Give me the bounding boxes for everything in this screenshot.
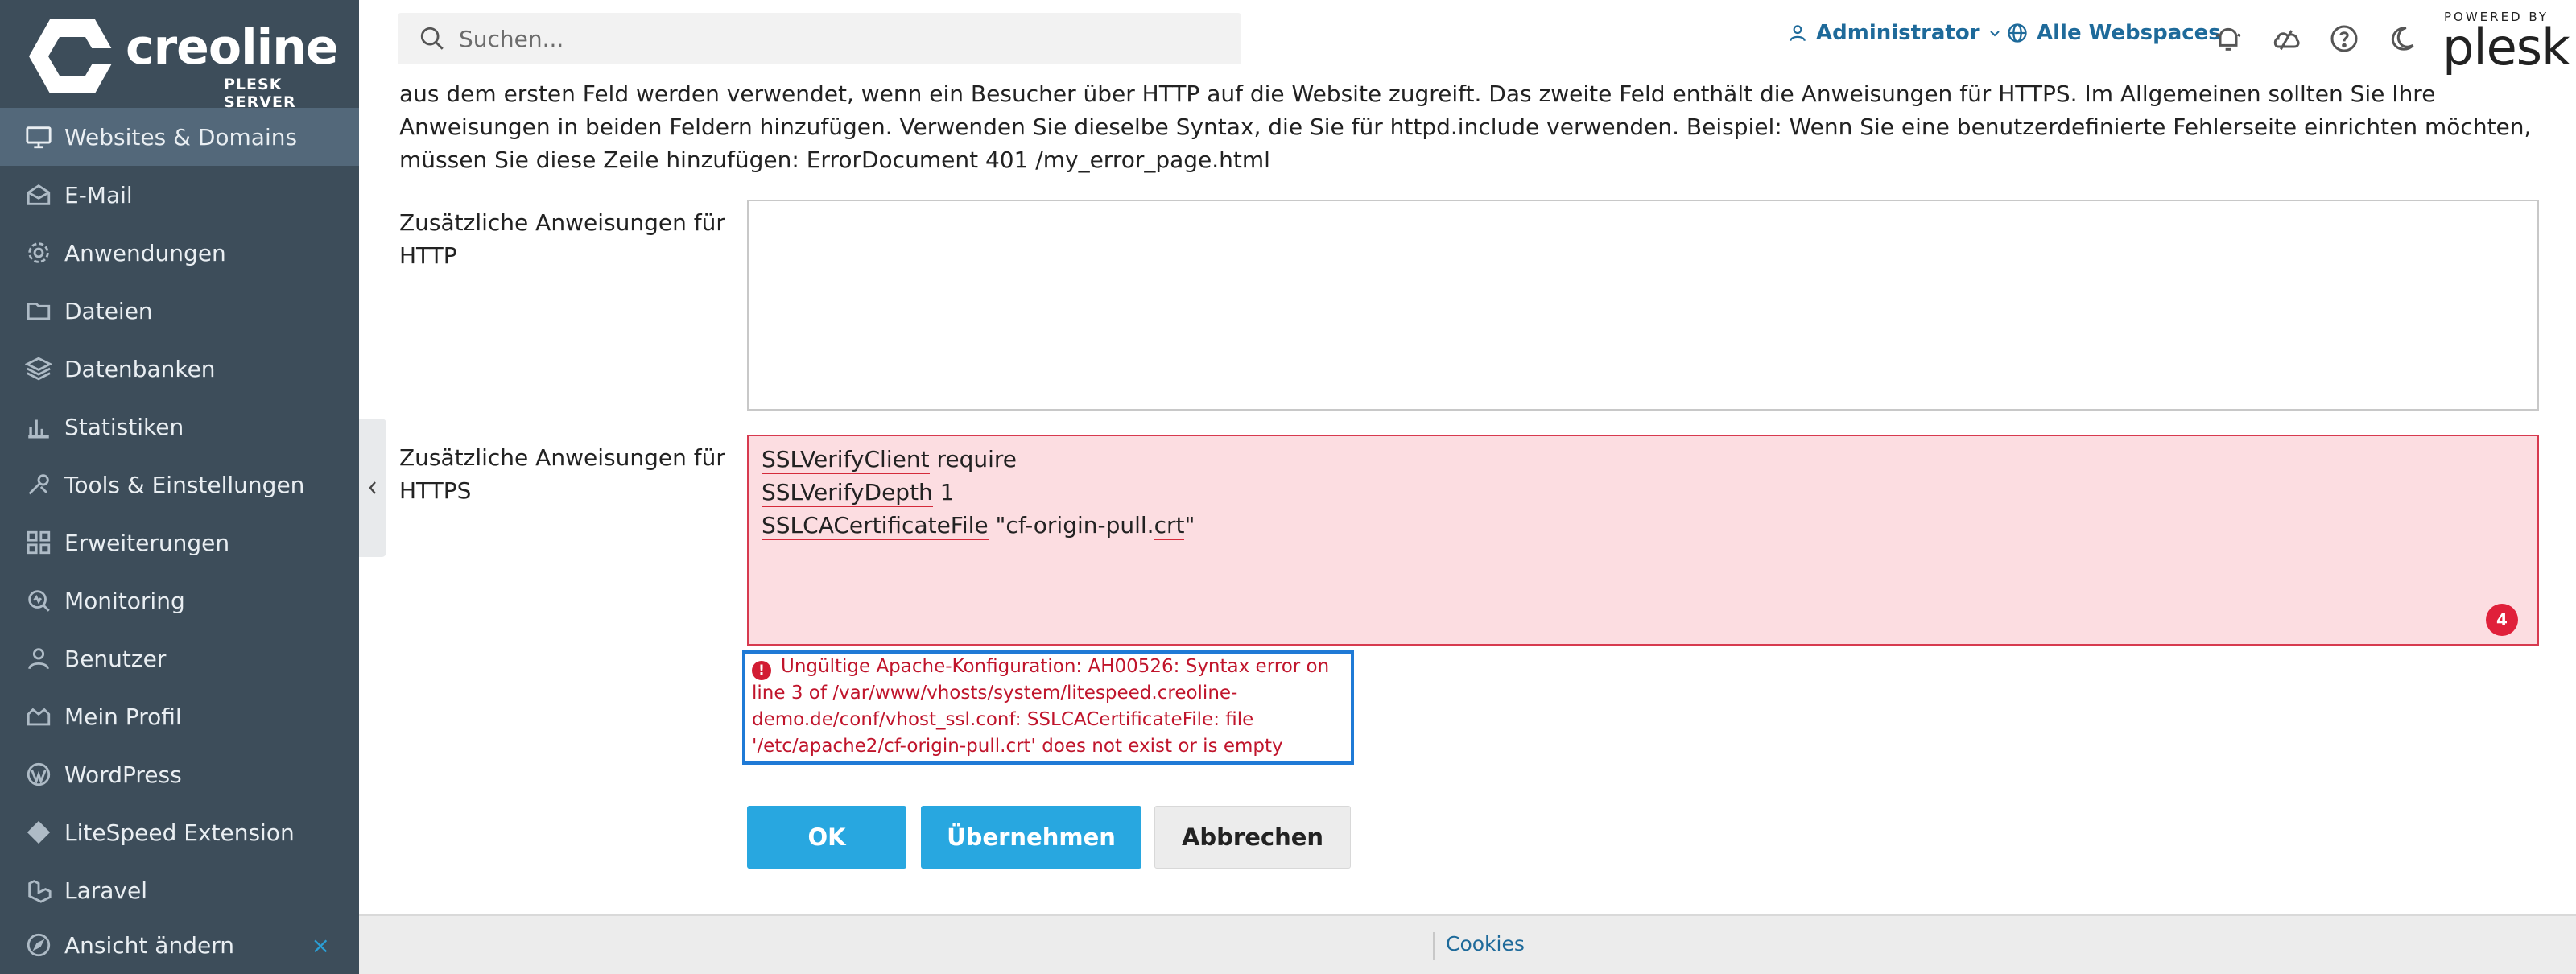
gear-icon xyxy=(24,238,53,267)
sidebar-item-anwendungen[interactable]: Anwendungen xyxy=(0,224,359,282)
layers-icon xyxy=(24,354,53,383)
code-line: SSLCACertificateFile "cf-origin-pull.crt… xyxy=(762,509,2524,542)
sidebar-item-email[interactable]: E-Mail xyxy=(0,166,359,224)
ok-button[interactable]: OK xyxy=(747,806,906,869)
user-icon xyxy=(24,644,53,673)
sidebar-item-dateien[interactable]: Dateien xyxy=(0,282,359,340)
http-directives-label: Zusätzliche Anweisungen für HTTP xyxy=(399,209,725,269)
globe-icon xyxy=(2008,23,2027,43)
sidebar-item-label: Tools & Einstellungen xyxy=(64,471,305,498)
sidebar-item-label: Dateien xyxy=(64,297,153,324)
sidebar-item-laravel[interactable]: Laravel xyxy=(0,861,359,919)
brand-subtitle: PLESK SERVER xyxy=(224,76,296,111)
wordpress-icon xyxy=(24,760,53,789)
user-icon xyxy=(1790,25,1806,42)
bar-chart-icon xyxy=(24,412,53,441)
plesk-logo[interactable]: plesk xyxy=(2442,18,2570,76)
sidebar-item-label: Statistiken xyxy=(64,413,184,440)
directive-word: SSLVerifyClient xyxy=(762,446,930,474)
code-line: SSLVerifyDepth 1 xyxy=(762,476,2524,509)
sidebar-item-statistiken[interactable]: Statistiken xyxy=(0,398,359,456)
sidebar-item-label: Erweiterungen xyxy=(64,529,230,556)
sidebar-item-benutzer[interactable]: Benutzer xyxy=(0,629,359,687)
directive-value: 1 xyxy=(932,479,955,506)
webspaces-menu[interactable]: Alle Webspaces xyxy=(2006,21,2221,45)
search-input[interactable] xyxy=(459,25,1183,52)
sidebar-item-label: WordPress xyxy=(64,761,182,788)
creoline-hexagon-icon xyxy=(29,19,118,93)
directive-value: require xyxy=(929,446,1018,473)
user-menu[interactable]: Administrator xyxy=(1787,21,2001,45)
dark-mode-icon[interactable] xyxy=(2386,23,2418,55)
change-view-label: Ansicht ändern xyxy=(64,931,234,959)
https-directives-label: Zusätzliche Anweisungen für HTTPS xyxy=(399,444,725,504)
sidebar-item-litespeed-extension[interactable]: LiteSpeed Extension xyxy=(0,803,359,861)
folder-icon xyxy=(24,296,53,325)
compass-icon xyxy=(24,931,53,960)
directive-word: crt xyxy=(1154,512,1185,540)
footer-divider xyxy=(1433,932,1435,960)
search-icon xyxy=(420,27,444,50)
profile-icon xyxy=(24,702,53,731)
http-directives-textarea[interactable] xyxy=(747,200,2539,411)
help-icon[interactable] xyxy=(2328,23,2360,55)
intro-text: aus dem ersten Feld werden verwendet, we… xyxy=(399,80,2532,173)
sidebar: creoline PLESK SERVER Websites & Domains… xyxy=(0,0,359,974)
sidebar-item-label: Mein Profil xyxy=(64,703,182,730)
sidebar-item-mein-profil[interactable]: Mein Profil xyxy=(0,687,359,745)
apply-button[interactable]: Übernehmen xyxy=(921,806,1141,869)
directive-value: "cf-origin-pull. xyxy=(988,512,1154,539)
sidebar-item-label: Websites & Domains xyxy=(64,123,298,151)
sidebar-nav: Websites & Domains E-Mail Anwendungen Da… xyxy=(0,108,359,919)
sidebar-item-tools-einstellungen[interactable]: Tools & Einstellungen xyxy=(0,456,359,514)
sidebar-item-label: Datenbanken xyxy=(64,355,216,382)
cancel-button[interactable]: Abbrechen xyxy=(1154,806,1351,869)
creoline-logo[interactable]: creoline PLESK SERVER xyxy=(27,16,341,111)
laravel-icon xyxy=(24,876,53,905)
change-view-item[interactable]: Ansicht ändern × xyxy=(0,916,359,974)
sidebar-item-erweiterungen[interactable]: Erweiterungen xyxy=(0,514,359,572)
notifications-icon[interactable] xyxy=(2212,23,2244,55)
https-directives-textarea[interactable]: SSLVerifyClient require SSLVerifyDepth 1… xyxy=(747,435,2539,646)
brand-name: creoline xyxy=(126,19,339,76)
footer: Cookies xyxy=(359,914,2576,974)
search-bar[interactable] xyxy=(398,13,1241,64)
sidebar-item-label: Laravel xyxy=(64,877,148,904)
error-text: Ungültige Apache-Konfiguration: AH00526:… xyxy=(752,656,1330,757)
webspaces-label: Alle Webspaces xyxy=(2037,21,2221,45)
code-line: SSLVerifyClient require xyxy=(762,443,2524,476)
directive-word: SSLVerifyDepth xyxy=(762,479,933,507)
sidebar-item-datenbanken[interactable]: Datenbanken xyxy=(0,340,359,398)
sidebar-item-monitoring[interactable]: Monitoring xyxy=(0,572,359,629)
sidebar-item-label: LiteSpeed Extension xyxy=(64,819,295,846)
monitor-icon xyxy=(24,122,53,151)
litespeed-icon xyxy=(24,818,53,847)
main-content: aus dem ersten Feld werden verwendet, we… xyxy=(359,77,2576,914)
chevron-down-icon xyxy=(1989,31,2000,37)
extensions-icon xyxy=(24,528,53,557)
error-icon: ! xyxy=(752,661,771,680)
validation-error-message: ! Ungültige Apache-Konfiguration: AH00526… xyxy=(742,650,1354,765)
sidebar-item-websites-domains[interactable]: Websites & Domains xyxy=(0,108,359,166)
sidebar-item-label: Monitoring xyxy=(64,587,185,614)
directive-value: " xyxy=(1184,512,1195,539)
cookies-link[interactable]: Cookies xyxy=(1446,932,1525,955)
cloud-icon[interactable] xyxy=(2270,23,2302,55)
monitoring-icon xyxy=(24,586,53,615)
sidebar-item-wordpress[interactable]: WordPress xyxy=(0,745,359,803)
close-icon[interactable]: × xyxy=(312,932,330,959)
top-header: Administrator Alle Webspaces POWERED BY … xyxy=(359,0,2576,77)
mail-icon xyxy=(24,180,53,209)
spellcheck-count-badge[interactable]: 4 xyxy=(2486,604,2518,636)
sidebar-item-label: Anwendungen xyxy=(64,239,226,266)
user-name: Administrator xyxy=(1816,21,1980,45)
sidebar-item-label: Benutzer xyxy=(64,645,167,672)
directive-word: SSLCACertificateFile xyxy=(762,512,989,540)
sidebar-item-label: E-Mail xyxy=(64,181,133,208)
tools-icon xyxy=(24,470,53,499)
